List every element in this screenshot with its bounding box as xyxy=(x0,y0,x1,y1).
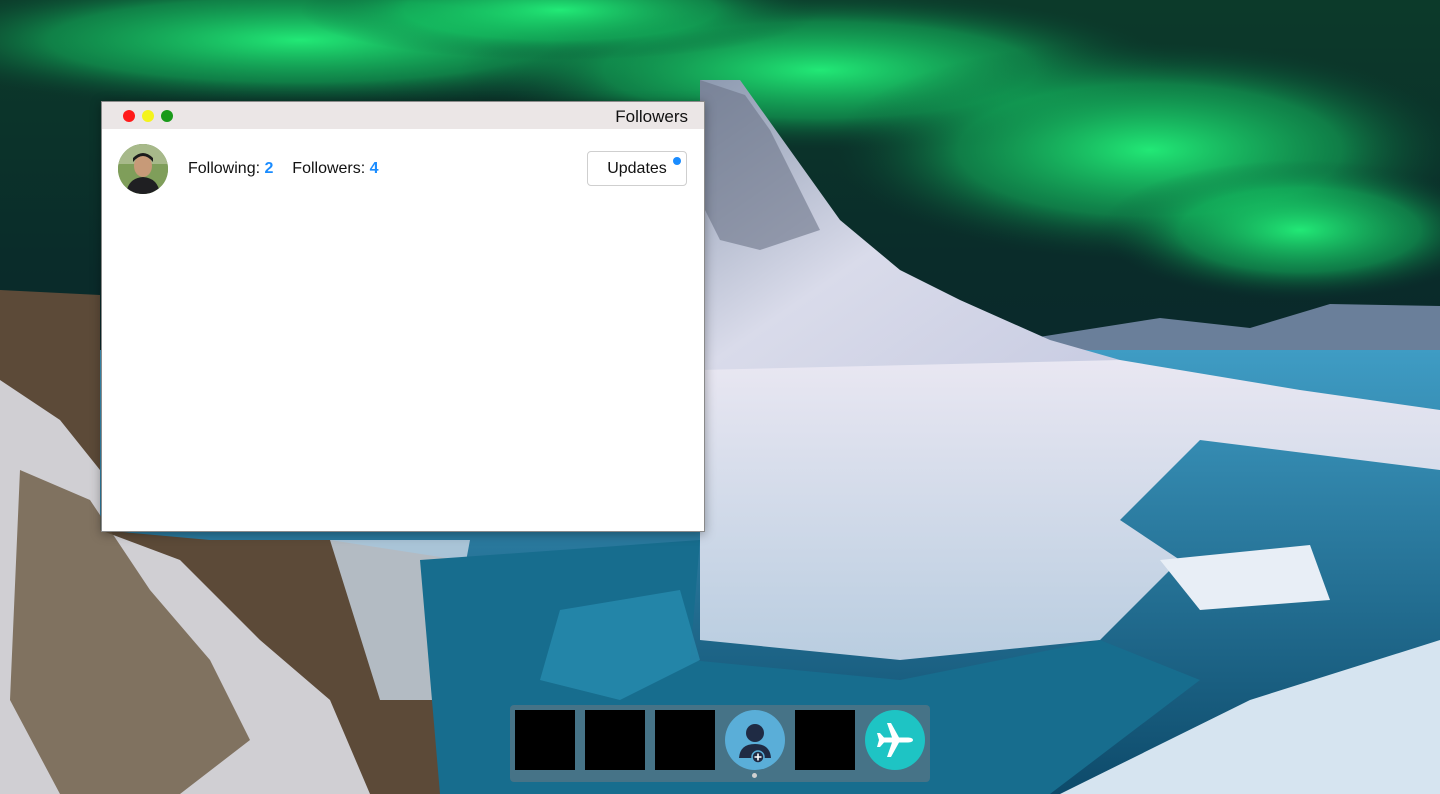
avatar[interactable] xyxy=(118,144,168,194)
follow-stats: Following: 2 Followers: 4 xyxy=(188,160,379,178)
updates-label: Updates xyxy=(607,159,667,177)
title-bar[interactable]: Followers xyxy=(102,102,704,129)
close-button[interactable] xyxy=(123,110,135,122)
dock-app-2[interactable] xyxy=(585,710,645,770)
add-user-icon xyxy=(739,724,771,764)
followers-window: Followers Following: 2 Followers: 4 Upda… xyxy=(101,101,705,532)
dock xyxy=(510,705,930,782)
window-title: Followers xyxy=(615,107,688,126)
dock-app-3[interactable] xyxy=(655,710,715,770)
minimize-button[interactable] xyxy=(142,110,154,122)
updates-button[interactable]: Updates xyxy=(587,151,687,186)
followers-label: Followers: xyxy=(292,160,366,177)
following-label: Following: xyxy=(188,160,261,177)
dock-app-1[interactable] xyxy=(515,710,575,770)
dock-app-5[interactable] xyxy=(795,710,855,770)
dock-travel-app[interactable] xyxy=(865,710,925,770)
maximize-button[interactable] xyxy=(161,110,173,122)
followers-count[interactable]: 4 xyxy=(370,160,379,177)
running-indicator xyxy=(752,773,757,778)
dock-followers-app[interactable] xyxy=(725,710,785,770)
window-content: Following: 2 Followers: 4 Updates xyxy=(102,129,704,529)
notification-dot xyxy=(673,157,681,165)
following-count[interactable]: 2 xyxy=(264,160,273,177)
airplane-icon xyxy=(877,723,913,757)
